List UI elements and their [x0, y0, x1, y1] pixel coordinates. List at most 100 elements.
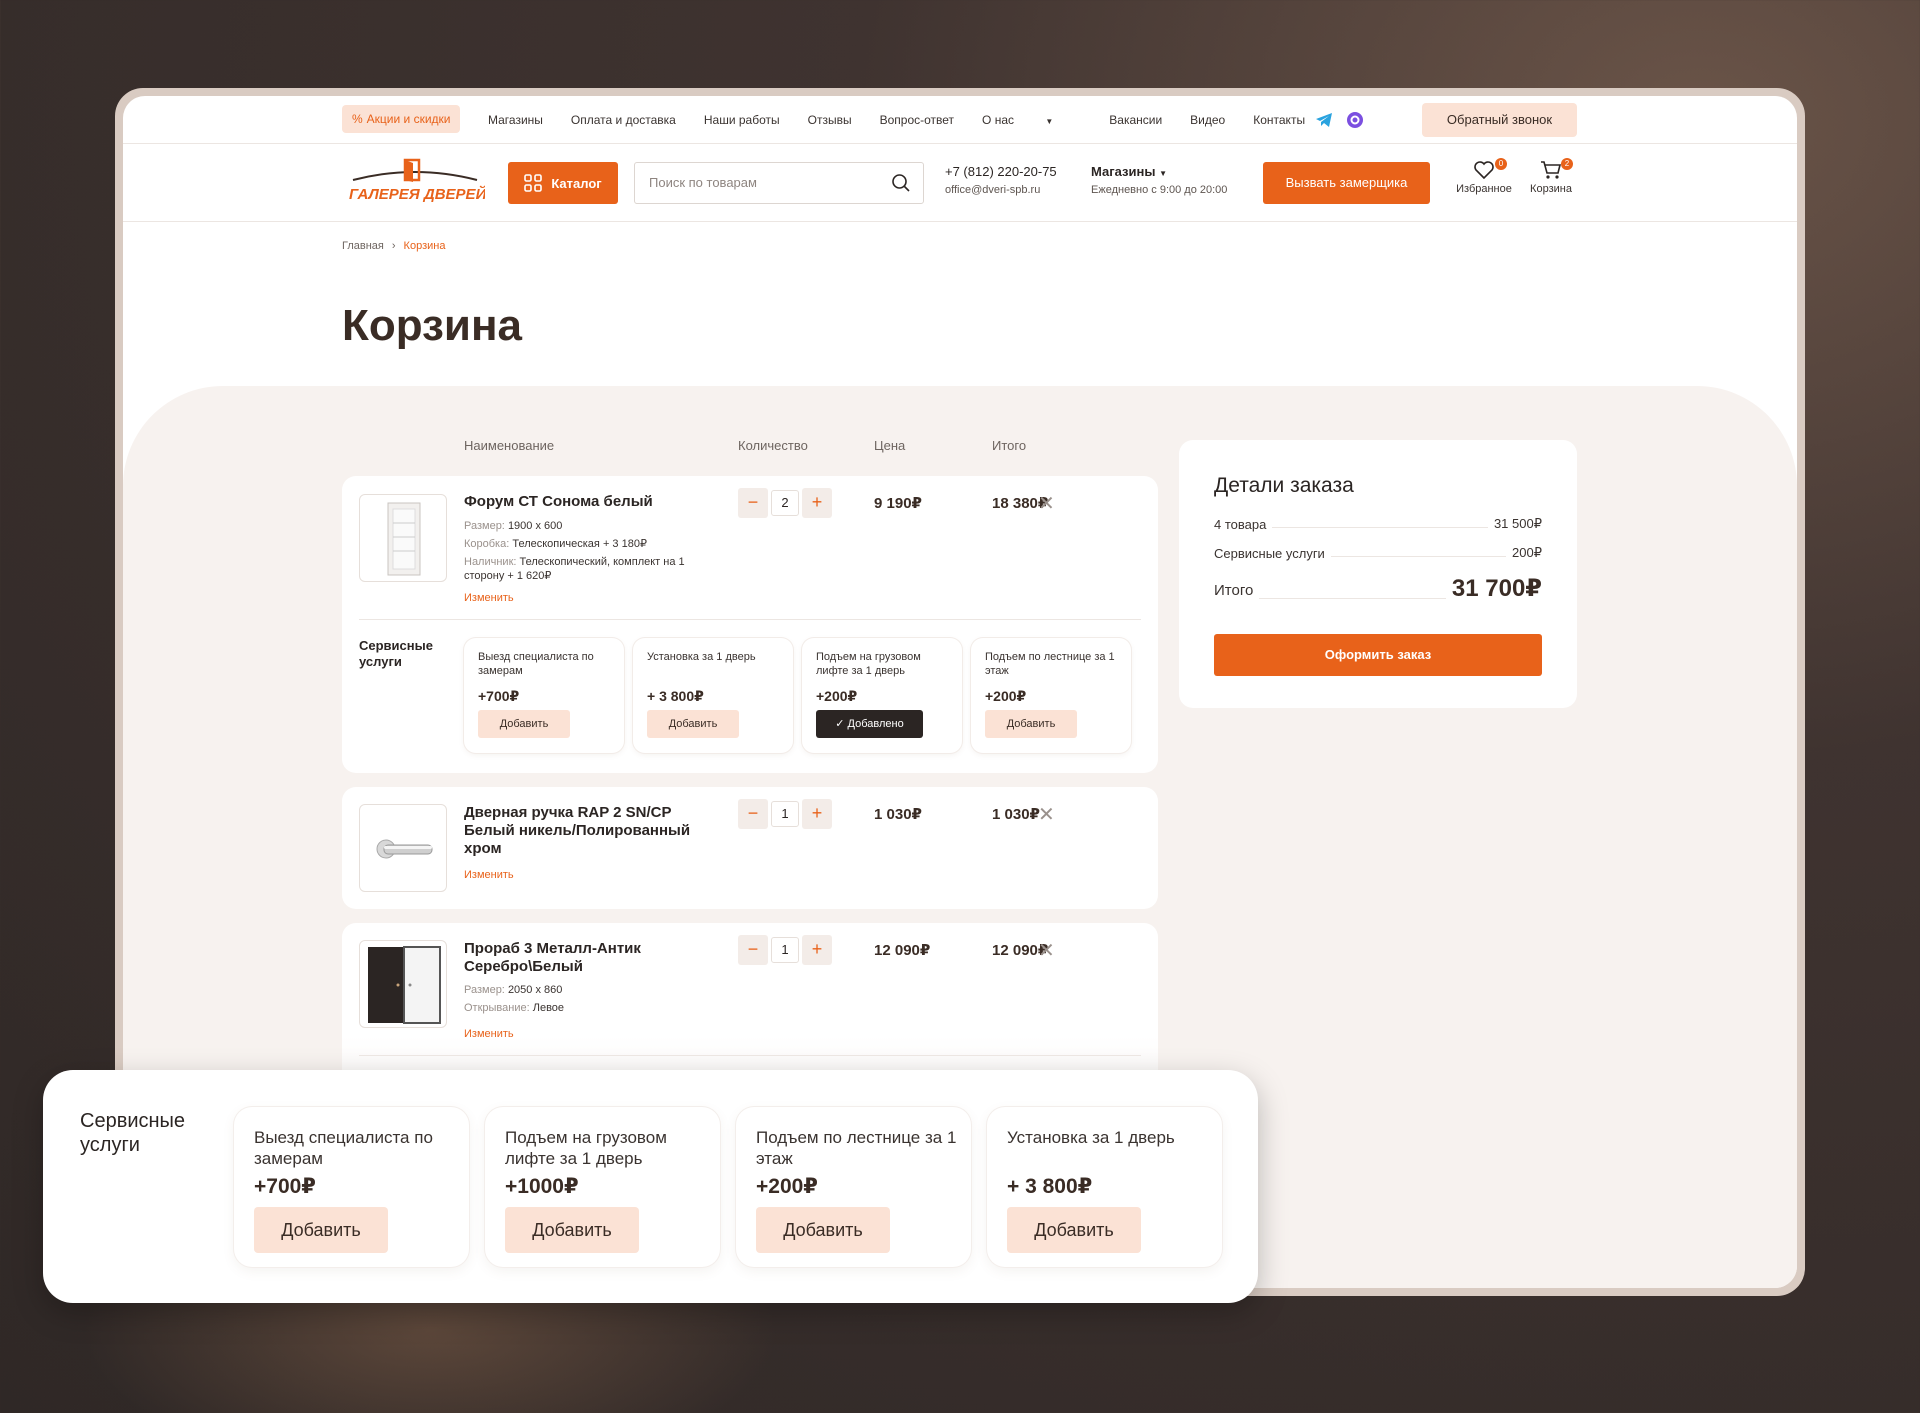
- heart-icon: [1474, 161, 1494, 180]
- header: ГАЛЕРЕЯ ДВЕРЕЙ Каталог Поиск по товарам …: [123, 144, 1797, 222]
- shops-block: Магазины ▼ Ежедневно с 9:00 до 20:00: [1091, 164, 1227, 196]
- shops-label: Магазины: [1091, 164, 1156, 179]
- service-title: Подъем по лестнице за 1 этаж: [985, 651, 1115, 677]
- order-services-value: 200₽: [1512, 545, 1542, 560]
- quantity-value[interactable]: 2: [771, 490, 799, 516]
- service-price: + 3 800₽: [1007, 1175, 1093, 1198]
- leader-line: [1259, 598, 1446, 599]
- cart-item-card: Дверная ручка RAP 2 SN/CP Белый никель/П…: [342, 787, 1158, 909]
- add-service-button[interactable]: Добавить: [985, 710, 1077, 738]
- quantity-value[interactable]: 1: [771, 801, 799, 827]
- added-label: Добавлено: [847, 718, 904, 730]
- attr-key: Размер:: [464, 984, 505, 996]
- cart-link[interactable]: 2 Корзина: [1525, 158, 1577, 195]
- search-input[interactable]: Поиск по товарам: [634, 162, 924, 204]
- item-name[interactable]: Дверная ручка RAP 2 SN/CP Белый никель/П…: [464, 804, 694, 858]
- decrease-button[interactable]: −: [738, 935, 768, 965]
- add-service-button[interactable]: Добавить: [1007, 1207, 1141, 1253]
- shops-hours: Ежедневно с 9:00 до 20:00: [1091, 184, 1228, 196]
- quantity-value[interactable]: 1: [771, 937, 799, 963]
- column-total: Итого: [992, 438, 1027, 453]
- order-items-label: 4 товара: [1214, 517, 1267, 532]
- decrease-button[interactable]: −: [738, 799, 768, 829]
- chevron-right-icon: ›: [391, 240, 396, 252]
- nav-link-contacts[interactable]: Контакты: [1253, 113, 1305, 127]
- zoom-service-card: Выезд специалиста по замерам +700₽ Добав…: [234, 1107, 469, 1267]
- nav-links: Магазины Оплата и доставка Наши работы О…: [488, 96, 1333, 144]
- product-image[interactable]: [359, 940, 447, 1028]
- page-title: Корзина: [342, 301, 522, 350]
- check-icon: ✓: [835, 718, 845, 730]
- service-card: Выезд специалиста по замерам +700₽ Добав…: [464, 638, 624, 753]
- attr-value: Телескопическая + 3 180₽: [512, 538, 647, 550]
- remove-icon[interactable]: ✕: [1038, 491, 1055, 516]
- favorites-link[interactable]: 0 Избранное: [1451, 158, 1517, 195]
- item-attr-size: Размер: 1900 х 600: [464, 519, 714, 533]
- order-total-row: Итого 31 700₽: [1214, 574, 1542, 603]
- max-messenger-icon[interactable]: [1347, 112, 1363, 128]
- attr-key: Наличник:: [464, 556, 517, 568]
- promo-link[interactable]: % Акции и скидки: [342, 105, 461, 133]
- quantity-stepper: − 1 +: [738, 799, 832, 829]
- nav-link-works[interactable]: Наши работы: [704, 113, 780, 127]
- service-card: Подъем на грузовом лифте за 1 дверь +200…: [802, 638, 962, 753]
- product-image[interactable]: [359, 494, 447, 582]
- order-title: Детали заказа: [1214, 474, 1354, 497]
- service-title: Установка за 1 дверь: [1007, 1128, 1175, 1147]
- breadcrumb-home[interactable]: Главная: [342, 240, 384, 252]
- remove-icon[interactable]: ✕: [1038, 938, 1055, 963]
- change-link[interactable]: Изменить: [464, 592, 514, 604]
- nav-link-about[interactable]: О нас ▼: [982, 113, 1081, 127]
- search-icon[interactable]: [891, 173, 911, 193]
- item-price: 12 090₽: [874, 942, 931, 959]
- add-service-button[interactable]: Добавить: [505, 1207, 639, 1253]
- attr-key: Открывание:: [464, 1002, 530, 1014]
- door-image: [387, 502, 421, 576]
- call-measurer-button[interactable]: Вызвать замерщика: [1263, 162, 1430, 204]
- item-name[interactable]: Форум СТ Сонома белый: [464, 493, 704, 511]
- item-attr-trim: Наличник: Телескопический, комплект на 1…: [464, 555, 714, 583]
- callback-button[interactable]: Обратный звонок: [1422, 103, 1577, 137]
- leader-line: [1330, 556, 1507, 557]
- email-link[interactable]: office@dveri-spb.ru: [945, 184, 1057, 196]
- product-image[interactable]: [359, 804, 447, 892]
- checkout-button[interactable]: Оформить заказ: [1214, 634, 1542, 676]
- service-price: +200₽: [816, 688, 858, 704]
- attr-value: 1900 х 600: [507, 520, 563, 532]
- service-title: Подъем по лестнице за 1 этаж: [756, 1128, 957, 1168]
- add-service-button[interactable]: Добавить: [647, 710, 739, 738]
- add-service-button[interactable]: Добавить: [756, 1207, 890, 1253]
- services-title: Сервисные услуги: [359, 638, 433, 669]
- nav-link-payment[interactable]: Оплата и доставка: [571, 113, 676, 127]
- catalog-button[interactable]: Каталог: [508, 162, 618, 204]
- service-price: +700₽: [254, 1175, 316, 1198]
- service-title: Выезд специалиста по замерам: [254, 1128, 433, 1168]
- add-service-button[interactable]: Добавить: [254, 1207, 388, 1253]
- item-price: 1 030₽: [874, 806, 922, 823]
- nav-link-faq[interactable]: Вопрос-ответ: [880, 113, 954, 127]
- logo[interactable]: ГАЛЕРЕЯ ДВЕРЕЙ: [345, 158, 488, 208]
- nav-link-jobs[interactable]: Вакансии: [1109, 113, 1162, 127]
- service-added-button[interactable]: ✓ Добавлено: [816, 710, 923, 738]
- order-total-label: Итого: [1214, 582, 1254, 599]
- nav-link-reviews[interactable]: Отзывы: [808, 113, 852, 127]
- change-link[interactable]: Изменить: [464, 869, 514, 881]
- shops-dropdown[interactable]: Магазины ▼: [1091, 164, 1227, 179]
- phone-link[interactable]: +7 (812) 220-20-75: [945, 164, 1057, 179]
- favorites-badge: 0: [1495, 158, 1507, 170]
- add-service-button[interactable]: Добавить: [478, 710, 570, 738]
- remove-icon[interactable]: ✕: [1038, 802, 1055, 827]
- service-card: Установка за 1 дверь + 3 800₽ Добавить: [633, 638, 793, 753]
- telegram-icon[interactable]: [1315, 112, 1333, 128]
- increase-button[interactable]: +: [802, 935, 832, 965]
- nav-link-video[interactable]: Видео: [1190, 113, 1225, 127]
- item-name[interactable]: Прораб 3 Металл-Антик Серебро\Белый: [464, 940, 684, 976]
- cart-item-card: Форум СТ Сонома белый Размер: 1900 х 600…: [342, 476, 1158, 773]
- percent-icon: %: [352, 112, 363, 126]
- nav-link-shops[interactable]: Магазины: [488, 113, 543, 127]
- decrease-button[interactable]: −: [738, 488, 768, 518]
- increase-button[interactable]: +: [802, 488, 832, 518]
- social-links: [1315, 112, 1363, 128]
- order-services-label: Сервисные услуги: [1214, 546, 1325, 561]
- increase-button[interactable]: +: [802, 799, 832, 829]
